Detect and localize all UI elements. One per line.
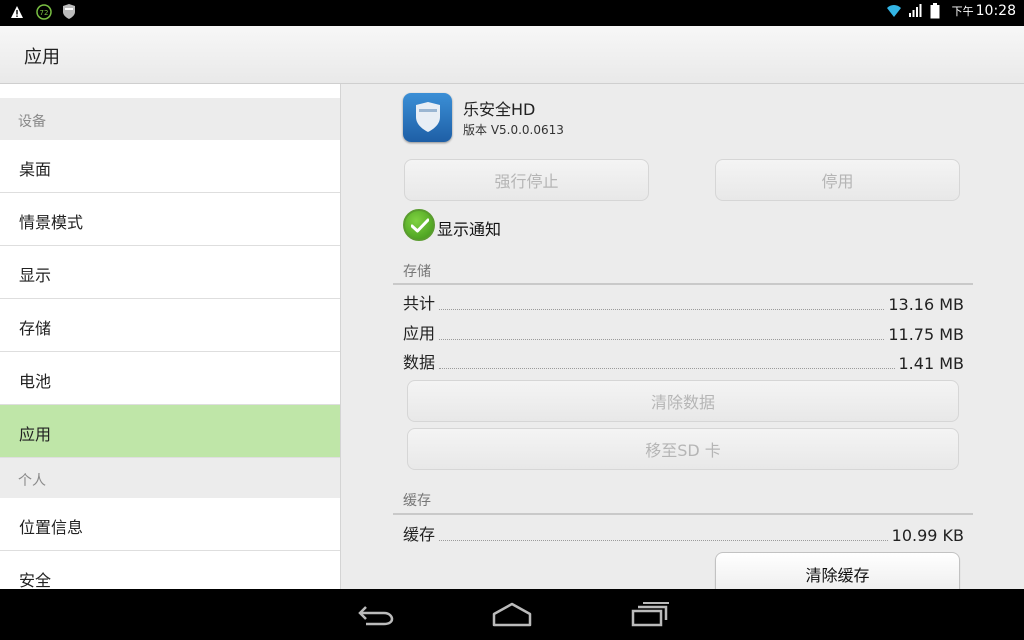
wifi-icon — [886, 3, 902, 19]
page-title: 应用 — [24, 47, 60, 68]
clear-cache-button[interactable]: 清除缓存 — [715, 552, 960, 589]
app-shield-icon — [403, 93, 452, 142]
main-area: 设备 桌面 情景模式 显示 存储 电池 应用 个人 位置信息 安全 乐安全HD … — [0, 84, 1024, 589]
battery-icon — [930, 3, 946, 19]
force-stop-button[interactable]: 强行停止 — [404, 159, 649, 201]
show-notifications-label: 显示通知 — [437, 220, 502, 239]
signal-icon — [908, 3, 924, 19]
show-notifications-checkbox[interactable] — [403, 209, 435, 241]
storage-row-data: 数据 1.41 MB — [403, 353, 964, 373]
clock: 下午 10:28 — [951, 3, 1016, 19]
clear-data-button[interactable]: 清除数据 — [407, 380, 959, 422]
app-name: 乐安全HD — [463, 100, 536, 119]
security-shield-icon — [62, 4, 78, 20]
app-version: 版本 V5.0.0.0613 — [463, 123, 564, 137]
cache-divider — [393, 513, 973, 515]
sidebar-item-display[interactable]: 显示 — [0, 246, 340, 299]
sidebar-item-security[interactable]: 安全 — [0, 551, 340, 589]
svg-text:72: 72 — [40, 9, 49, 17]
navigation-bar — [0, 589, 1024, 640]
home-icon[interactable] — [492, 601, 532, 627]
action-bar: 应用 — [0, 26, 1024, 84]
storage-divider — [393, 283, 973, 285]
section-header-device: 设备 — [0, 98, 340, 140]
status-bar: 72 下午 10:28 — [0, 0, 1024, 26]
sidebar-item-storage[interactable]: 存储 — [0, 299, 340, 352]
section-header-personal: 个人 — [0, 458, 340, 498]
storage-row-app: 应用 11.75 MB — [403, 324, 964, 344]
cache-row: 缓存 10.99 KB — [403, 525, 964, 545]
sidebar-item-desktop[interactable]: 桌面 — [0, 140, 340, 193]
battery-72-icon: 72 — [36, 4, 52, 20]
sidebar-item-apps[interactable]: 应用 — [0, 405, 340, 458]
storage-section-title: 存储 — [403, 264, 431, 280]
disable-button[interactable]: 停用 — [715, 159, 960, 201]
cache-section-title: 缓存 — [403, 493, 431, 509]
sidebar-item-battery[interactable]: 电池 — [0, 352, 340, 405]
recent-apps-icon[interactable] — [630, 601, 670, 627]
back-icon[interactable] — [356, 601, 396, 627]
checkmark-icon — [411, 218, 429, 233]
settings-sidebar: 设备 桌面 情景模式 显示 存储 电池 应用 个人 位置信息 安全 — [0, 84, 341, 589]
warning-icon — [10, 4, 26, 20]
app-details-panel: 乐安全HD 版本 V5.0.0.0613 强行停止 停用 显示通知 存储 共计 1… — [342, 84, 1024, 589]
move-to-sd-button[interactable]: 移至SD 卡 — [407, 428, 959, 470]
sidebar-item-location[interactable]: 位置信息 — [0, 498, 340, 551]
sidebar-item-profiles[interactable]: 情景模式 — [0, 193, 340, 246]
storage-row-total: 共计 13.16 MB — [403, 294, 964, 314]
